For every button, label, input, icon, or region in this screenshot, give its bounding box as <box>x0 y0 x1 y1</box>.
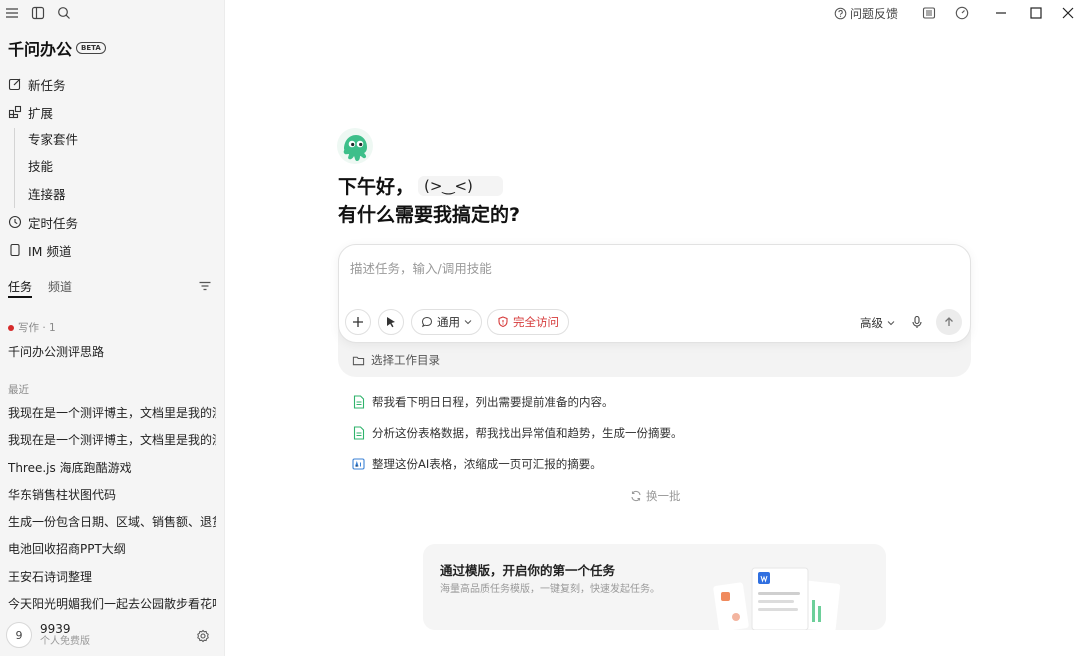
beta-badge: BETA <box>76 42 106 54</box>
sidebar-tabs: 任务 频道 <box>8 278 72 298</box>
suggestion-item[interactable]: 帮我看下明日日程，列出需要提前准备的内容。 <box>352 394 614 410</box>
nav-im-channel[interactable]: IM 频道 <box>8 241 71 259</box>
greeting-text: 下午好， <box>338 176 415 198</box>
gear-icon[interactable] <box>196 629 210 643</box>
advanced-select[interactable]: 高级 <box>860 315 895 331</box>
workdir-label: 选择工作目录 <box>371 353 440 367</box>
list-item[interactable]: 今天阳光明媚我们一起去公园散步看花吧 <box>8 595 216 613</box>
tab-tasks[interactable]: 任务 <box>8 278 33 298</box>
nav-tree-line <box>14 128 15 208</box>
sidebar: 千问办公 BETA 新任务 扩展 专家套件 技能 连接器 定时任务 IM 频道 … <box>0 0 225 656</box>
refresh-icon <box>630 490 642 502</box>
nav-im-label: IM 频道 <box>28 243 72 259</box>
minimize-icon[interactable] <box>993 5 1008 20</box>
template-card-subtitle: 海量高品质任务模版，一键复刻，快速发起任务。 <box>440 584 660 595</box>
shield-icon <box>497 316 509 328</box>
advanced-label: 高级 <box>860 316 883 330</box>
list-item[interactable]: Three.js 海底跑酷游戏 <box>8 459 216 477</box>
recent-section-label: 最近 <box>8 384 29 396</box>
cursor-mode-button[interactable] <box>378 309 404 335</box>
greeting-line: 下午好， (>‿<) <box>338 172 503 199</box>
nav-expert-suite[interactable]: 专家套件 <box>28 131 78 149</box>
gauge-icon[interactable] <box>954 5 969 20</box>
task-input-placeholder: 描述任务，输入/调用技能 <box>350 261 492 276</box>
template-card-title: 通过模版，开启你的第一个任务 <box>440 563 616 578</box>
maximize-icon[interactable] <box>1028 5 1043 20</box>
edit-icon <box>8 77 22 91</box>
suggestion-text: 帮我看下明日日程，列出需要提前准备的内容。 <box>372 395 614 409</box>
list-item[interactable]: 电池回收招商PPT大纲 <box>8 540 216 558</box>
clock-icon <box>8 215 22 229</box>
list-item[interactable]: 华东销售柱状图代码 <box>8 486 216 504</box>
nav-extensions[interactable]: 扩展 <box>8 103 53 121</box>
app-title: 千问办公 <box>8 40 73 59</box>
menu-icon[interactable] <box>4 5 20 21</box>
greeting-kaomoji: (>‿<) <box>418 175 503 196</box>
folder-icon <box>352 354 365 367</box>
user-plan: 个人免费版 <box>40 636 90 647</box>
mode-label: 通用 <box>437 315 460 329</box>
suggestion-item[interactable]: 分析这份表格数据，帮我找出异常值和趋势，生成一份摘要。 <box>352 425 683 441</box>
list-item[interactable]: 王安石诗词整理 <box>8 568 216 586</box>
suggestion-text: 整理这份AI表格，浓缩成一页可汇报的摘要。 <box>372 457 602 471</box>
chat-bubble-icon <box>421 316 433 328</box>
writing-section-text: 写作 · 1 <box>18 322 56 334</box>
sidebar-toggle-icon[interactable] <box>30 5 46 21</box>
keyboard-icon[interactable] <box>921 5 936 20</box>
nav-skills[interactable]: 技能 <box>28 158 53 176</box>
mascot-logo <box>336 127 374 165</box>
template-illustration <box>712 562 847 630</box>
nav-scheduled-label: 定时任务 <box>28 215 79 231</box>
user-profile[interactable]: 9 9939 个人免费版 <box>6 622 90 648</box>
list-item[interactable]: 千问办公测评思路 <box>8 343 216 361</box>
search-icon[interactable] <box>56 5 72 21</box>
list-item[interactable]: 生成一份包含日期、区域、销售额、退货率的表格 <box>8 513 216 531</box>
send-button[interactable] <box>936 309 962 335</box>
nav-scheduled-tasks[interactable]: 定时任务 <box>8 213 78 231</box>
extensions-icon <box>8 105 22 119</box>
suggestion-item[interactable]: 整理这份AI表格，浓缩成一页可汇报的摘要。 <box>352 456 602 472</box>
nav-connectors[interactable]: 连接器 <box>28 186 66 204</box>
add-button[interactable] <box>345 309 371 335</box>
feedback-label: 问题反馈 <box>850 7 899 21</box>
close-icon[interactable] <box>1060 5 1075 20</box>
avatar: 9 <box>6 622 32 648</box>
list-item[interactable]: 我现在是一个测评博主，文档里是我的测评思路 <box>8 404 216 422</box>
chevron-down-icon <box>887 319 895 327</box>
filter-icon[interactable] <box>198 279 212 293</box>
page-title: 有什么需要我搞定的? <box>338 204 521 226</box>
microphone-icon[interactable] <box>909 314 924 329</box>
sheet-doc-icon <box>352 395 365 409</box>
feedback-button[interactable]: 问题反馈 <box>834 5 898 22</box>
chevron-down-icon <box>464 318 472 326</box>
sidebar-top-icons <box>4 5 72 21</box>
mode-select[interactable]: 通用 <box>411 309 482 335</box>
sheet-doc-icon <box>352 426 365 440</box>
ai-table-icon <box>352 457 365 471</box>
user-name: 9939 <box>40 622 71 636</box>
full-access-label: 完全访问 <box>513 315 559 329</box>
unread-dot <box>8 324 14 331</box>
nav-new-task-label: 新任务 <box>28 77 66 93</box>
help-circle-icon <box>834 7 847 20</box>
writing-section-label: 写作 · 1 <box>8 320 56 335</box>
refresh-suggestions-button[interactable]: 换一批 <box>630 488 681 504</box>
tab-channels[interactable]: 频道 <box>48 278 72 298</box>
nav-extensions-label: 扩展 <box>28 105 54 121</box>
full-access-toggle[interactable]: 完全访问 <box>487 309 569 335</box>
list-item[interactable]: 我现在是一个测评博主，文档里是我的测评思路 <box>8 431 216 449</box>
nav-new-task[interactable]: 新任务 <box>8 75 66 93</box>
phone-icon <box>8 243 22 257</box>
select-workdir-button[interactable]: 选择工作目录 <box>352 352 440 368</box>
refresh-label: 换一批 <box>646 489 681 503</box>
brand: 千问办公 BETA <box>8 36 106 60</box>
suggestion-text: 分析这份表格数据，帮我找出异常值和趋势，生成一份摘要。 <box>372 426 683 440</box>
